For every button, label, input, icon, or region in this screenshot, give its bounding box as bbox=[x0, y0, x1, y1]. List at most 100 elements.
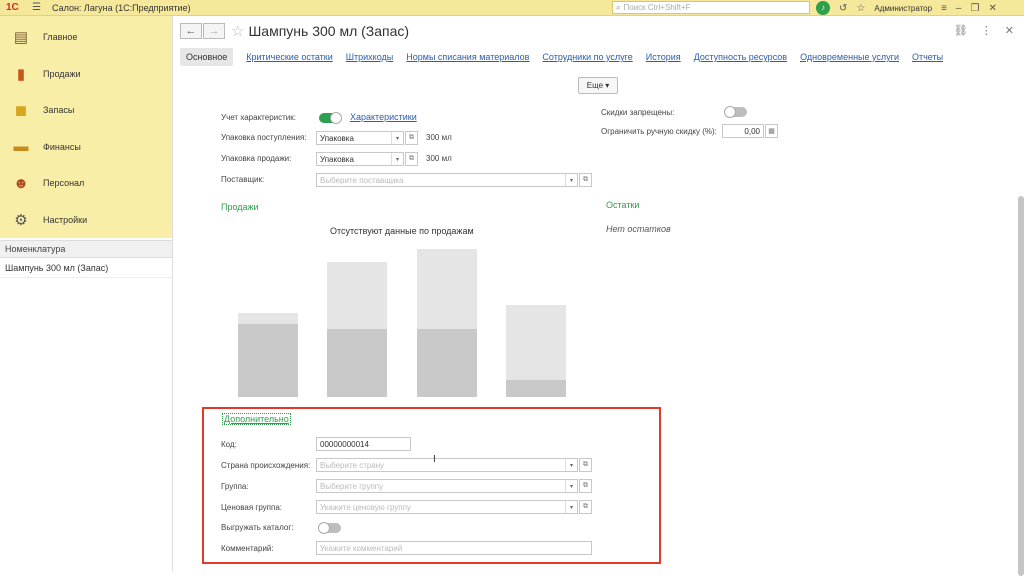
comment-placeholder: Укажите комментарий bbox=[320, 543, 403, 553]
code-value: 00000000014 bbox=[320, 439, 369, 449]
comment-label: Комментарий: bbox=[221, 544, 274, 553]
additional-title[interactable]: Дополнительно bbox=[222, 413, 291, 425]
pack-in-label: Упаковка поступления: bbox=[221, 133, 307, 142]
price-group-placeholder: Укажите ценовую группу bbox=[320, 502, 411, 512]
calculator-icon[interactable]: ▦ bbox=[765, 124, 778, 138]
settings-menu-icon[interactable]: ≡ bbox=[941, 3, 947, 14]
open-icon[interactable]: ⧉ bbox=[579, 479, 592, 493]
pack-in-unit: 300 мл bbox=[426, 133, 452, 142]
favorite-star-icon[interactable]: ☆ bbox=[231, 22, 244, 40]
box-icon: ◼ bbox=[14, 102, 28, 120]
supplier-label: Поставщик: bbox=[221, 175, 265, 184]
sidebar-item-4[interactable]: ☻ Персонал bbox=[0, 165, 172, 202]
tab-7[interactable]: Одновременные услуги bbox=[800, 52, 899, 62]
price-group-field[interactable]: Укажите ценовую группу ▾ bbox=[316, 500, 578, 514]
notification-bell-icon[interactable]: ♪ bbox=[816, 1, 830, 15]
code-field[interactable]: 00000000014 bbox=[316, 437, 411, 451]
link-icon[interactable]: ⛓ bbox=[954, 24, 968, 37]
close-form-icon[interactable]: ✕ bbox=[1005, 24, 1014, 37]
chevron-down-icon[interactable]: ▾ bbox=[565, 174, 577, 186]
forward-button[interactable]: → bbox=[203, 23, 225, 39]
pack-out-value: Упаковка bbox=[320, 154, 354, 164]
user-name[interactable]: Администратор bbox=[874, 4, 932, 13]
group-label: Группа: bbox=[221, 482, 249, 491]
discount-label: Скидки запрещены: bbox=[601, 108, 675, 117]
sections-panel: ▤ Главное ▮ Продажи ◼ Запасы ▬ Финансы ☻ Персонал… bbox=[0, 16, 172, 238]
sidebar: ▤ Главное ▮ Продажи ◼ Запасы ▬ Финансы ☻ Персонал… bbox=[0, 16, 173, 571]
country-field[interactable]: Выберите страну ▾ bbox=[316, 458, 578, 472]
open-icon[interactable]: ⧉ bbox=[579, 458, 592, 472]
supplier-placeholder: Выберите поставщика bbox=[320, 175, 404, 185]
group-placeholder: Выберите группу bbox=[320, 481, 384, 491]
placeholder-bar-1 bbox=[238, 324, 298, 397]
scrollbar[interactable] bbox=[1018, 196, 1024, 576]
tab-6[interactable]: Доступность ресурсов bbox=[694, 52, 787, 62]
people-icon: ☻ bbox=[13, 174, 29, 192]
limit-value: 0,00 bbox=[744, 126, 760, 136]
title-bar: 1С ☰ Салон: Лагуна (1С:Предприятие) ⌕ По… bbox=[0, 0, 1024, 16]
tab-3[interactable]: Нормы списания материалов bbox=[406, 52, 529, 62]
placeholder-bar-2-top bbox=[327, 262, 387, 329]
chevron-down-icon[interactable]: ▾ bbox=[391, 132, 403, 144]
search-input[interactable]: ⌕ Поиск Ctrl+Shift+F bbox=[612, 1, 810, 14]
pack-in-value: Упаковка bbox=[320, 133, 354, 143]
sidebar-item-2[interactable]: ◼ Запасы bbox=[0, 92, 172, 129]
close-icon[interactable]: ✕ bbox=[988, 3, 996, 14]
comment-field[interactable]: Укажите комментарий bbox=[316, 541, 592, 555]
minimize-icon[interactable]: – bbox=[956, 3, 962, 14]
placeholder-bar-2 bbox=[327, 329, 387, 397]
group-field[interactable]: Выберите группу ▾ bbox=[316, 479, 578, 493]
open-window-item[interactable]: Шампунь 300 мл (Запас) bbox=[0, 258, 172, 278]
sidebar-item-3[interactable]: ▬ Финансы bbox=[0, 129, 172, 166]
history-icon[interactable]: ↺ bbox=[839, 3, 847, 14]
chevron-down-icon[interactable]: ▾ bbox=[565, 501, 577, 513]
catalog-label: Выгружать каталог: bbox=[221, 523, 294, 532]
placeholder-bar-3-top bbox=[417, 249, 477, 329]
char-toggle[interactable] bbox=[319, 112, 342, 124]
catalog-toggle[interactable] bbox=[318, 522, 341, 534]
open-icon[interactable]: ⧉ bbox=[405, 131, 418, 145]
tab-8[interactable]: Отчеты bbox=[912, 52, 943, 62]
chevron-down-icon[interactable]: ▾ bbox=[391, 153, 403, 165]
tab-2[interactable]: Штрихкоды bbox=[346, 52, 393, 62]
menu-icon[interactable]: ☰ bbox=[32, 2, 42, 13]
char-link[interactable]: Характеристики bbox=[350, 112, 417, 122]
sidebar-item-0[interactable]: ▤ Главное bbox=[0, 19, 172, 56]
tab-5[interactable]: История bbox=[646, 52, 681, 62]
open-icon[interactable]: ⧉ bbox=[579, 500, 592, 514]
sidebar-item-5[interactable]: ⚙ Настройки bbox=[0, 202, 172, 239]
back-button[interactable]: ← bbox=[180, 23, 202, 39]
discount-toggle[interactable] bbox=[724, 106, 747, 118]
pack-in-field[interactable]: Упаковка ▾ bbox=[316, 131, 404, 145]
pack-out-unit: 300 мл bbox=[426, 154, 452, 163]
code-label: Код: bbox=[221, 440, 237, 449]
pack-out-label: Упаковка продажи: bbox=[221, 154, 292, 163]
more-label: Еще bbox=[586, 81, 604, 90]
search-icon: ⌕ bbox=[616, 2, 621, 12]
sidebar-item-label: Продажи bbox=[43, 68, 81, 79]
favorites-star-icon[interactable]: ☆ bbox=[856, 3, 865, 14]
placeholder-bar-4 bbox=[506, 380, 566, 397]
tab-1[interactable]: Критические остатки bbox=[246, 52, 333, 62]
sidebar-item-label: Запасы bbox=[43, 105, 75, 116]
search-placeholder: Поиск Ctrl+Shift+F bbox=[623, 3, 691, 12]
more-actions-icon[interactable]: ⋮ bbox=[981, 24, 992, 37]
pack-out-field[interactable]: Упаковка ▾ bbox=[316, 152, 404, 166]
placeholder-bar-3 bbox=[417, 329, 477, 397]
restore-icon[interactable]: ❐ bbox=[970, 3, 979, 14]
open-windows-header: Номенклатура bbox=[0, 240, 172, 258]
char-label: Учет характеристик: bbox=[221, 113, 296, 122]
open-icon[interactable]: ⧉ bbox=[579, 173, 592, 187]
open-icon[interactable]: ⧉ bbox=[405, 152, 418, 166]
more-button[interactable]: Еще ▾ bbox=[578, 77, 618, 94]
tab-4[interactable]: Сотрудники по услуге bbox=[542, 52, 632, 62]
tab-0[interactable]: Основное bbox=[180, 48, 234, 66]
supplier-field[interactable]: Выберите поставщика ▾ bbox=[316, 173, 578, 187]
doc-icon: ▤ bbox=[13, 29, 29, 47]
limit-field[interactable]: 0,00 bbox=[722, 124, 764, 138]
sidebar-item-label: Персонал bbox=[43, 178, 85, 189]
chevron-down-icon[interactable]: ▾ bbox=[565, 459, 577, 471]
wallet-icon: ▬ bbox=[13, 138, 29, 156]
sidebar-item-1[interactable]: ▮ Продажи bbox=[0, 56, 172, 93]
chevron-down-icon[interactable]: ▾ bbox=[565, 480, 577, 492]
